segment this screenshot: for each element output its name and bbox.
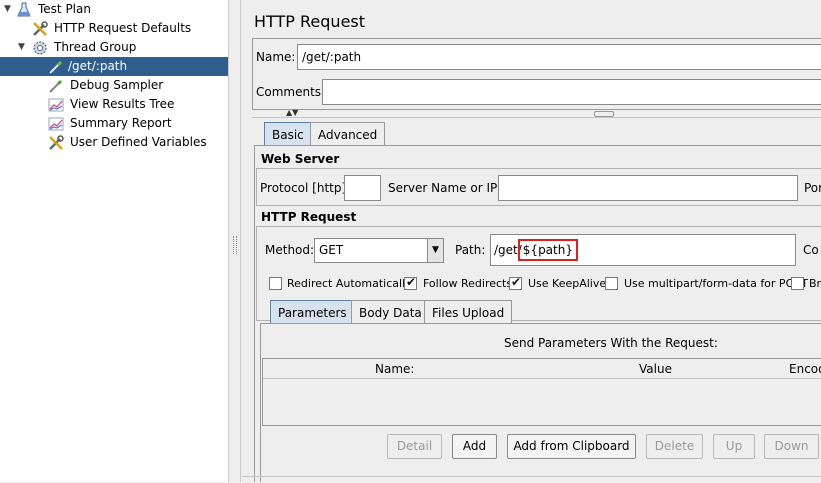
collapse-arrows-icon[interactable]: ▲▼ [286,108,298,117]
protocol-label: Protocol [http]: [260,181,351,195]
tab-parameters[interactable]: Parameters [270,300,355,324]
http-request-heading: HTTP Request [261,210,357,224]
name-field[interactable]: /get/:path [297,44,821,70]
method-value: GET [319,243,344,257]
tab-files-upload[interactable]: Files Upload [424,300,513,324]
use-keepalive-checkbox[interactable]: ✔ [509,275,522,290]
chart-icon [48,98,64,112]
pipette-icon [49,60,63,74]
parameters-table[interactable]: Name: Value Encod [262,358,821,426]
port-label: Por [804,181,821,195]
web-server-heading: Web Server [261,152,340,166]
gear-icon [33,41,47,55]
chevron-down-icon[interactable]: ▼ [427,239,443,262]
column-header-name[interactable]: Name: [375,362,414,376]
down-button[interactable]: Down [764,434,819,459]
redirect-automatically-checkbox[interactable] [269,277,282,290]
browser-compatible-checkbox[interactable] [791,277,804,290]
tab-advanced[interactable]: Advanced [310,122,386,146]
splitter-grip[interactable] [233,236,237,254]
checkmark-icon: ✔ [406,275,417,289]
column-header-value[interactable]: Value [639,362,672,376]
path-prefix: /get/ [494,243,522,257]
tree-item-http-request-defaults[interactable]: HTTP Request Defaults [0,19,228,38]
tree-item-test-plan[interactable]: ▼ Test Plan [0,0,228,19]
comments-field[interactable] [322,79,821,105]
delete-button[interactable]: Delete [646,434,703,459]
method-select[interactable]: GET ▼ [314,238,444,263]
add-button[interactable]: Add [452,434,497,459]
method-label: Method: [265,243,315,257]
chart-icon [48,117,64,131]
protocol-field[interactable] [344,175,381,201]
path-field[interactable]: /get/${path} [490,234,796,266]
tree-item-label: View Results Tree [70,97,175,111]
tree-item-label: HTTP Request Defaults [54,21,192,35]
server-name-label: Server Name or IP: [388,181,502,195]
name-label: Name: [256,50,296,64]
tree-item-label: User Defined Variables [70,135,207,149]
tree-item-summary-report[interactable]: Summary Report [0,114,228,133]
redirect-automatically-label: Redirect Automatically [287,277,412,290]
collapse-arrow-icon[interactable]: ▼ [4,0,14,19]
content-encoding-label: Co [803,243,819,257]
tree-item-label: Debug Sampler [70,78,164,92]
tab-basic[interactable]: Basic [264,122,312,146]
tree-item-label: Thread Group [54,40,137,54]
tree-item-thread-group[interactable]: ▼ Thread Group [0,38,228,57]
tree-item-label: Summary Report [70,116,172,130]
pipette-icon [49,79,63,93]
test-plan-tree: ▼ Test Plan HTTP Request Defaults ▼ Thre… [0,0,228,482]
wrench-icon [33,21,48,36]
use-multipart-label: Use multipart/form-data for POST [624,277,808,290]
wrench-icon [49,135,64,150]
follow-redirects-label: Follow Redirects [423,277,513,290]
tree-item-view-results-tree[interactable]: View Results Tree [0,95,228,114]
collapse-arrow-icon[interactable]: ▼ [18,38,28,57]
tree-item-user-defined-variables[interactable]: User Defined Variables [0,133,228,152]
pane-splitter[interactable] [228,0,241,482]
flask-icon [17,2,31,17]
add-from-clipboard-button[interactable]: Add from Clipboard [507,434,636,459]
path-label: Path: [455,243,486,257]
divider [252,117,821,118]
detail-button[interactable]: Detail [387,434,442,459]
use-multipart-checkbox[interactable] [605,277,618,290]
tree-item-label: Test Plan [38,2,91,16]
browser-compatible-label: Br [809,277,821,290]
table-header [263,359,821,379]
http-request-panel: HTTP Request Name: /get/:path Comments: … [242,0,821,482]
use-keepalive-label: Use KeepAlive [528,277,607,290]
path-variable-highlight: ${path} [517,239,578,261]
column-header-encode[interactable]: Encod [789,362,821,376]
tab-body-data[interactable]: Body Data [351,300,430,324]
checkmark-icon: ✔ [511,275,522,289]
tree-item-get-path[interactable]: /get/:path [0,57,228,76]
follow-redirects-checkbox[interactable]: ✔ [404,275,417,290]
comments-label: Comments: [256,85,326,99]
parameters-caption: Send Parameters With the Request: [504,336,718,350]
tree-item-debug-sampler[interactable]: Debug Sampler [0,76,228,95]
page-title: HTTP Request [254,12,366,31]
up-button[interactable]: Up [713,434,755,459]
server-name-field[interactable] [498,175,798,201]
tree-item-label: /get/:path [66,57,130,76]
